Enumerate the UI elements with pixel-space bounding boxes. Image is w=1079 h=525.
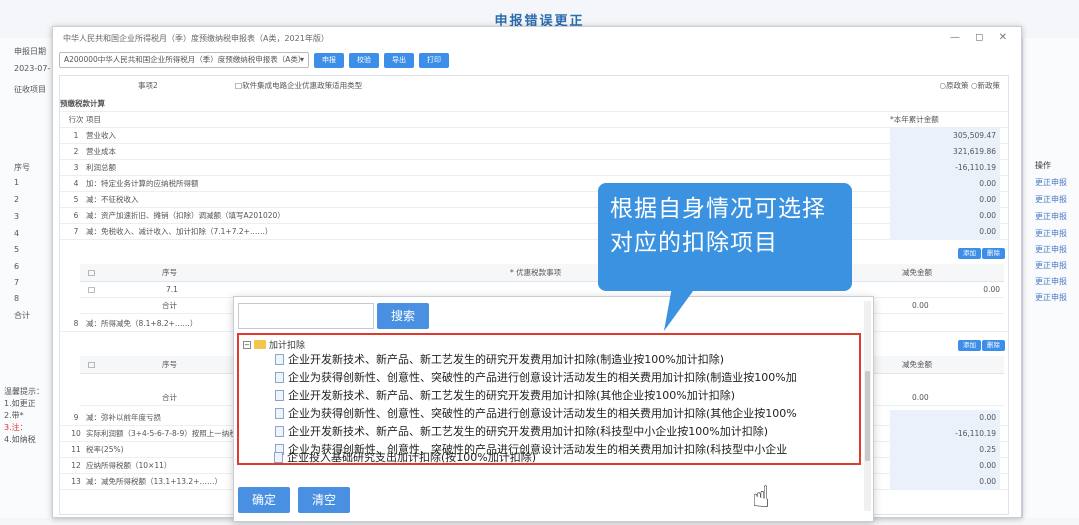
- document-icon: [275, 425, 284, 437]
- table-row: 3 利润总额 -16,110.19: [60, 160, 1008, 176]
- left-label: 温馨提示：: [4, 387, 44, 396]
- table-row: 7 减：免税收入、减计收入、加计扣除（7.1+7.2+……） 0.00: [60, 224, 1008, 240]
- left-label: 8: [14, 294, 20, 303]
- col-amount: *本年累计金额: [890, 115, 939, 124]
- correct-link[interactable]: 更正申报: [1035, 260, 1067, 271]
- deduction-tree: − 加计扣除 企业开发新技术、新产品、新工艺发生的研究开发费用加计扣除(制造业按…: [237, 333, 861, 465]
- table-row: 2 营业成本 321,619.86: [60, 144, 1008, 160]
- left-label: 1.如更正: [4, 399, 36, 408]
- left-label: 7: [14, 278, 20, 287]
- right-panel: 操作 更正申报 更正申报 更正申报 更正申报 更正申报 更正申报 更正申报 更正…: [1022, 38, 1079, 518]
- tree-item[interactable]: 企业开发新技术、新产品、新工艺发生的研究开发费用加计扣除(其他企业按100%加计…: [275, 387, 735, 403]
- left-label: 5: [14, 245, 20, 254]
- correct-link[interactable]: 更正申报: [1035, 276, 1067, 287]
- col-item: 项目: [86, 115, 101, 124]
- export-button[interactable]: 导出: [384, 52, 414, 68]
- right-header: 操作: [1035, 161, 1051, 170]
- section-title: 预缴税款计算: [60, 96, 1008, 112]
- table-row: 5 减：不征税收入 0.00: [60, 192, 1008, 208]
- correct-link[interactable]: 更正申报: [1035, 244, 1067, 255]
- correct-link[interactable]: 更正申报: [1035, 292, 1067, 303]
- tree-item[interactable]: 企业为获得创新性、创意性、突破性的产品进行创意设计活动发生的相关费用加计扣除(制…: [275, 369, 797, 385]
- amount-field[interactable]: 321,619.86: [890, 144, 1000, 160]
- matter-option[interactable]: □软件集成电路企业优惠政策适用类型: [235, 78, 362, 94]
- document-icon: [275, 389, 284, 401]
- callout-bubble: 根据自身情况可选择对应的扣除项目: [598, 183, 852, 291]
- document-icon: [275, 407, 284, 419]
- correct-link[interactable]: 更正申报: [1035, 211, 1067, 222]
- print-button[interactable]: 打印: [419, 52, 449, 68]
- col-no: 行次: [68, 115, 84, 124]
- deduction-picker: 搜索 − 加计扣除 企业开发新技术、新产品、新工艺发生的研究开发费用加计扣除(制…: [233, 296, 874, 522]
- table-header: 行次 项目 *本年累计金额: [60, 112, 1008, 128]
- modal-title: 中华人民共和国企业所得税月（季）度预缴纳税申报表（A类，2021年版）: [63, 34, 329, 43]
- left-label: 申报日期: [14, 47, 46, 56]
- table-row: 1 营业收入 305,509.47: [60, 128, 1008, 144]
- correct-link[interactable]: 更正申报: [1035, 228, 1067, 239]
- tree-item[interactable]: 企业开发新技术、新产品、新工艺发生的研究开发费用加计扣除(科技型中小企业按100…: [275, 423, 768, 439]
- toolbar: A200000中华人民共和国企业所得税月（季）度预缴纳税申报表（A类） 申报 校…: [59, 51, 449, 69]
- collapse-icon[interactable]: −: [243, 340, 251, 349]
- amount-field[interactable]: 0.00: [890, 208, 1000, 224]
- left-label: 4: [14, 229, 20, 238]
- checkbox-icon[interactable]: □: [88, 356, 95, 374]
- search-input[interactable]: [238, 303, 374, 329]
- search-button[interactable]: 搜索: [377, 303, 429, 329]
- correct-link[interactable]: 更正申报: [1035, 194, 1067, 205]
- correct-link[interactable]: 更正申报: [1035, 177, 1067, 188]
- table-row: 4 加：特定业务计算的应纳税所得额 0.00: [60, 176, 1008, 192]
- left-label: 3.注：: [4, 423, 28, 432]
- document-icon: [275, 371, 284, 383]
- left-label: 序号: [14, 163, 30, 172]
- left-label: 2.带*: [4, 411, 24, 420]
- left-panel: 申报日期 2023-07- 征收项目 序号 1 2 3 4 5 6 7 8 合计…: [0, 38, 58, 518]
- submit-button[interactable]: 申报: [314, 52, 344, 68]
- left-label: 1: [14, 178, 20, 187]
- tree-item[interactable]: 企业开发新技术、新产品、新工艺发生的研究开发费用加计扣除(制造业按100%加计扣…: [275, 351, 724, 367]
- matter-row: 事项2 □软件集成电路企业优惠政策适用类型 ○原政策 ○新政策: [60, 78, 1008, 94]
- delete-button[interactable]: 删除: [982, 340, 1005, 351]
- checkbox-icon[interactable]: □: [88, 264, 95, 282]
- tree-item[interactable]: 企业为获得创新性、创意性、突破性的产品进行创意设计活动发生的相关费用加计扣除(其…: [275, 405, 797, 421]
- tree-item[interactable]: 企业投入基础研究支出加计扣除(按100%加计扣除): [274, 449, 536, 465]
- sub-table-header: □ 序号 * 优惠税款事项 减免金额: [80, 264, 1004, 282]
- scrollbar[interactable]: [864, 301, 871, 511]
- amount-field[interactable]: -16,110.19: [890, 160, 1000, 176]
- pointer-hand-icon: ☝: [752, 480, 771, 515]
- amount-field[interactable]: 0.00: [890, 176, 1000, 192]
- policy-radio[interactable]: ○原政策 ○新政策: [940, 78, 1000, 94]
- left-label: 合计: [14, 311, 30, 320]
- left-label: 征收项目: [14, 85, 46, 94]
- checkbox-icon[interactable]: □: [88, 282, 95, 298]
- tree-root-label: 加计扣除: [269, 341, 306, 351]
- table-row: 6 减：资产加速折旧、摊销（扣除）调减额（填写A201020） 0.00: [60, 208, 1008, 224]
- validate-button[interactable]: 校验: [349, 52, 379, 68]
- document-icon: [274, 451, 283, 463]
- add-button[interactable]: 添加: [958, 340, 981, 351]
- amount-field[interactable]: 0.00: [890, 224, 1000, 240]
- left-label: 2: [14, 195, 20, 204]
- left-label: 3: [14, 212, 20, 221]
- confirm-button[interactable]: 确定: [238, 487, 290, 513]
- left-label: 2023-07-: [14, 64, 51, 73]
- left-label: 6: [14, 262, 20, 271]
- delete-button[interactable]: 删除: [982, 248, 1005, 259]
- matter-label: 事项2: [138, 81, 158, 90]
- document-icon: [275, 353, 284, 365]
- folder-icon: [254, 340, 266, 349]
- clear-button[interactable]: 清空: [298, 487, 350, 513]
- window-controls[interactable]: — ◻ ✕: [950, 32, 1013, 43]
- amount-field[interactable]: 0.00: [890, 192, 1000, 208]
- add-button[interactable]: 添加: [958, 248, 981, 259]
- amount-field[interactable]: 305,509.47: [890, 128, 1000, 144]
- left-label: 4.如纳税: [4, 435, 36, 444]
- form-select[interactable]: A200000中华人民共和国企业所得税月（季）度预缴纳税申报表（A类）: [59, 52, 309, 68]
- tree-root[interactable]: − 加计扣除: [243, 338, 305, 351]
